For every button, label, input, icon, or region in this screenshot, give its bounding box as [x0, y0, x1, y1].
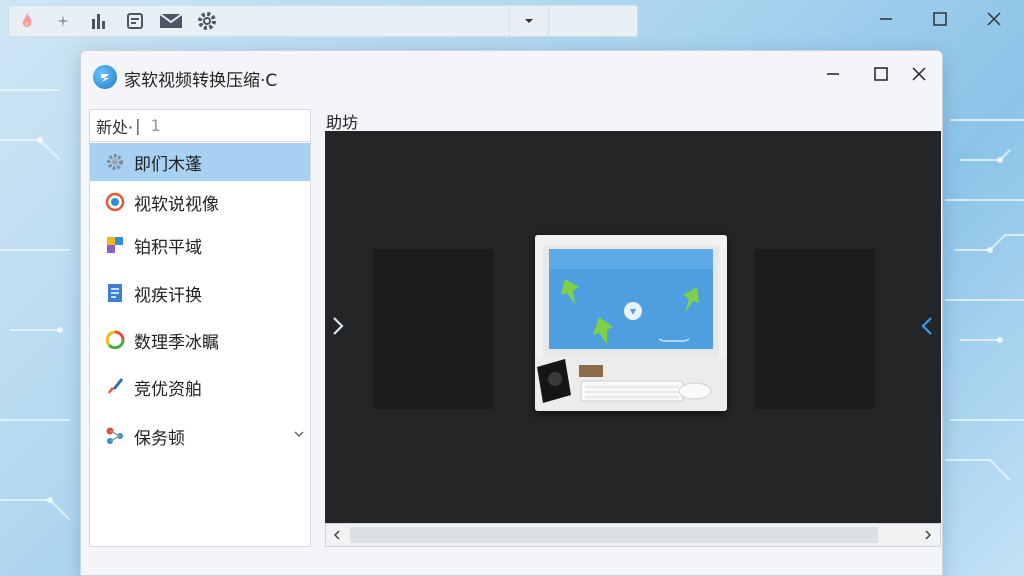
window-titlebar: 家软视频转换压缩·C: [81, 51, 942, 99]
viewer-backdrop: [755, 249, 875, 409]
bar-chart-icon[interactable]: [81, 6, 117, 36]
refresh-icon: [104, 329, 126, 351]
gear-icon: [104, 151, 126, 173]
minimize-icon: [827, 73, 839, 75]
sidebar-item-label: 铂积平域: [134, 237, 202, 258]
preview-image[interactable]: [535, 235, 727, 411]
sidebar-item-0[interactable]: 即们木蓬: [90, 143, 310, 181]
sparkle-icon[interactable]: [45, 6, 81, 36]
sidebar-item-label: 视疾讦换: [134, 285, 202, 306]
sidebar-item-5[interactable]: 竞优资舶: [90, 368, 310, 406]
horizontal-scrollbar[interactable]: [325, 523, 941, 547]
sidebar-item-label: 竞优资舶: [134, 379, 202, 400]
minimize-icon: [880, 18, 892, 20]
scrollbar-thumb[interactable]: [350, 527, 878, 543]
sidebar-item-4[interactable]: 数理季冰瞩: [90, 321, 310, 359]
outer-minimize-button[interactable]: [864, 6, 908, 32]
mail-icon[interactable]: [153, 6, 189, 36]
maximize-button[interactable]: [863, 59, 899, 89]
outer-maximize-button[interactable]: [918, 6, 962, 32]
image-viewer: [325, 131, 941, 523]
chevron-right-icon: [925, 530, 932, 540]
prev-arrow-button[interactable]: [327, 311, 349, 341]
window-title: 家软视频转换压缩·C: [124, 71, 278, 91]
text-cursor: |: [135, 116, 141, 135]
app-logo-icon: [93, 65, 117, 89]
sidebar-item-1[interactable]: 视软说视像: [90, 183, 310, 221]
chevron-down-icon[interactable]: [294, 430, 304, 438]
document-edit-icon[interactable]: [117, 6, 153, 36]
minimize-button[interactable]: [815, 59, 851, 89]
scroll-right-button[interactable]: [917, 524, 939, 546]
document-icon: [104, 282, 126, 304]
outer-close-button[interactable]: [972, 6, 1016, 32]
outer-toolbar: [8, 5, 638, 37]
sidebar-item-label: 即们木蓬: [134, 154, 202, 175]
flame-icon[interactable]: [9, 6, 45, 36]
next-arrow-button[interactable]: [916, 311, 938, 341]
close-icon: [912, 67, 926, 81]
share-icon: [104, 425, 126, 447]
maximize-icon: [933, 12, 947, 26]
toolbar-dropdown-button[interactable]: [509, 6, 549, 36]
sidebar: 新处· | 1 即们木蓬 视软说视像 铂积平域 视疾讦换 数理季冰瞩 竞优资舶 …: [89, 109, 311, 547]
app-window: 家软视频转换压缩·C 新处· | 1 即们木蓬 视软说视像 铂积平域 视疾讦换 …: [80, 50, 943, 576]
caret-down-icon: [525, 19, 533, 23]
search-text: 新处·: [96, 117, 134, 137]
close-icon: [987, 12, 1001, 26]
brush-icon: [104, 376, 126, 398]
sidebar-item-6[interactable]: 保务顿: [90, 417, 310, 455]
maximize-icon: [874, 67, 888, 81]
sidebar-item-label: 视软说视像: [134, 194, 219, 215]
puzzle-icon: [104, 234, 126, 256]
sidebar-item-label: 保务顿: [134, 428, 185, 449]
sidebar-search-input[interactable]: 新处· | 1: [90, 110, 310, 142]
target-icon: [104, 191, 126, 213]
viewer-backdrop: [373, 249, 493, 409]
sidebar-item-label: 数理季冰瞩: [134, 332, 219, 353]
sidebar-item-3[interactable]: 视疾讦换: [90, 274, 310, 312]
close-button[interactable]: [901, 59, 937, 89]
gear-icon[interactable]: [189, 6, 225, 36]
sidebar-item-2[interactable]: 铂积平域: [90, 226, 310, 264]
scroll-left-button[interactable]: [326, 524, 348, 546]
chevron-left-icon: [921, 317, 932, 335]
content-label: 助坊: [326, 113, 359, 132]
search-hint: 1: [150, 116, 161, 135]
chevron-left-icon: [333, 530, 340, 540]
chevron-right-icon: [333, 317, 344, 335]
